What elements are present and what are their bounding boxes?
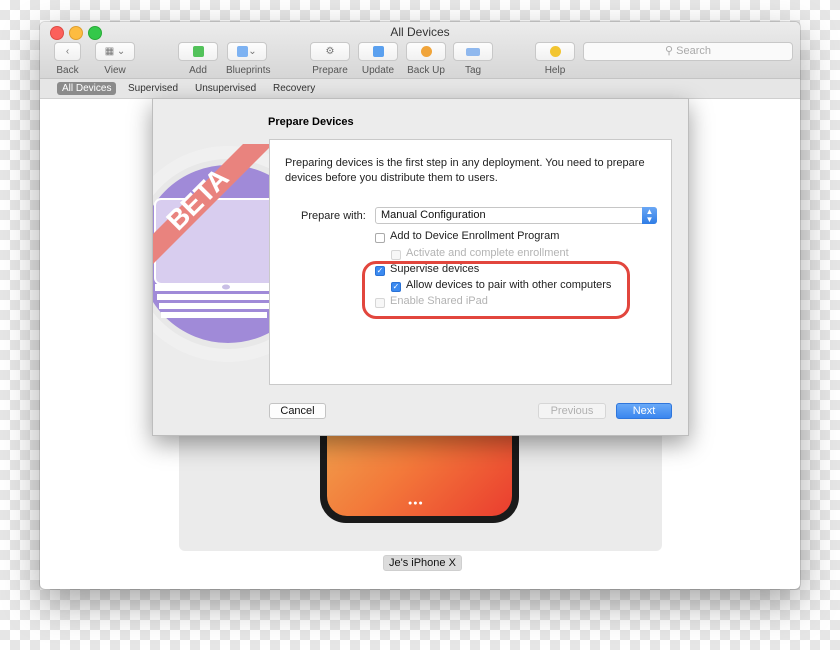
cancel-button[interactable]: Cancel (269, 403, 326, 419)
search-field[interactable]: ⚲ Search (583, 42, 793, 61)
chevron-updown-icon: ▲ ▼ (642, 207, 657, 224)
help-label: Help (544, 65, 566, 76)
prepare-with-label: Prepare with: (301, 210, 366, 222)
prepare-label: Prepare (312, 65, 348, 76)
back-chevron-icon: ‹ (54, 42, 81, 61)
add-plus-icon (178, 42, 218, 61)
search-placeholder: Search (676, 45, 711, 57)
blueprints-button[interactable]: ⌄ Blueprints (226, 42, 271, 76)
intro-text: Preparing devices is the first step in a… (285, 157, 645, 184)
add-label: Add (189, 65, 207, 76)
view-grid-icon: ▦ ⌄ (95, 42, 135, 61)
update-label: Update (361, 65, 395, 76)
sheet-title: Prepare Devices (268, 116, 354, 128)
prepare-devices-sheet: Prepare Devices BETA Preparing devices i… (152, 98, 689, 436)
tag-icon (453, 42, 493, 61)
next-button[interactable]: Next (616, 403, 672, 419)
prepare-with-value: Manual Configuration (381, 209, 486, 221)
backup-button[interactable]: Back Up (406, 42, 446, 76)
view-label: View (104, 65, 126, 76)
window-title: All Devices (390, 25, 450, 39)
title-bar: All Devices ‹ Back ▦ ⌄ View Add ⌄ Bluepr… (40, 22, 800, 79)
tag-label: Tag (464, 65, 482, 76)
help-icon (535, 42, 575, 61)
activate-enrollment-label: Activate and complete enrollment (406, 247, 569, 259)
update-button[interactable]: Update (358, 42, 398, 76)
prepare-with-select[interactable]: Manual Configuration ▲ ▼ (375, 207, 657, 224)
back-label: Back (56, 65, 79, 76)
backup-label: Back Up (407, 65, 445, 76)
add-dep-checkbox[interactable] (375, 233, 385, 243)
update-icon (358, 42, 398, 61)
device-name-label: Je's iPhone X (383, 555, 462, 571)
help-button[interactable]: Help (535, 42, 575, 76)
back-button[interactable]: ‹ Back (54, 42, 81, 76)
previous-button[interactable]: Previous (538, 403, 606, 419)
prepare-gear-icon: ⚙ (310, 42, 350, 61)
scope-supervised[interactable]: Supervised (123, 82, 183, 95)
backup-icon (406, 42, 446, 61)
scope-recovery[interactable]: Recovery (268, 82, 320, 95)
scope-all-devices[interactable]: All Devices (57, 82, 117, 95)
scope-unsupervised[interactable]: Unsupervised (190, 82, 261, 95)
search-icon: ⚲ (665, 45, 674, 57)
blueprints-label: Blueprints (226, 65, 271, 76)
page-dots-icon: ●●● (408, 500, 424, 507)
view-button[interactable]: ▦ ⌄ View (95, 42, 135, 76)
add-button[interactable]: Add (178, 42, 218, 76)
sheet-content-box: Preparing devices is the first step in a… (269, 139, 672, 385)
add-dep-label: Add to Device Enrollment Program (390, 230, 560, 242)
highlight-outline (362, 261, 630, 319)
blueprints-icon: ⌄ (227, 42, 267, 61)
tag-button[interactable]: Tag (453, 42, 493, 76)
activate-enrollment-checkbox (391, 250, 401, 260)
prepare-button[interactable]: ⚙ Prepare (310, 42, 350, 76)
scope-bar: All Devices Supervised Unsupervised Reco… (40, 79, 800, 99)
